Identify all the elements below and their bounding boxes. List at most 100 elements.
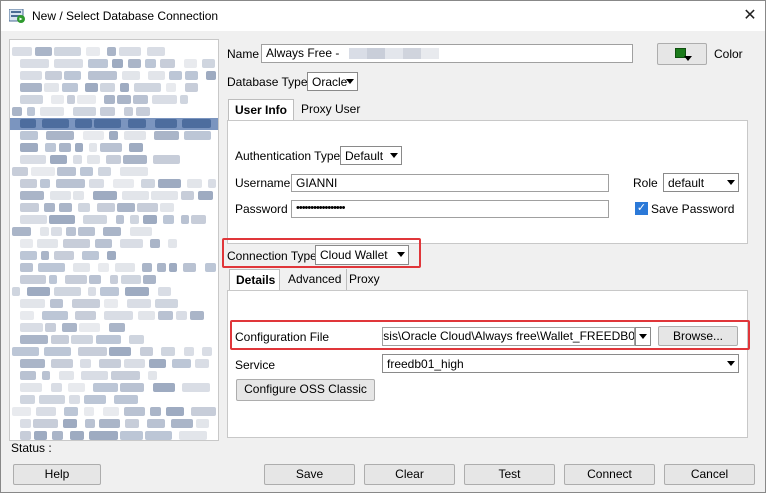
- redacted-text-block: [34, 431, 47, 440]
- database-type-select[interactable]: Oracle: [307, 72, 358, 91]
- redacted-text-block: [153, 155, 180, 164]
- redacted-text-block: [50, 299, 63, 308]
- connection-list-item[interactable]: [10, 394, 218, 406]
- redacted-text-block: [98, 263, 109, 272]
- redacted-text-block: [100, 143, 122, 152]
- connection-list-item[interactable]: [10, 250, 218, 262]
- connection-list-item[interactable]: [10, 190, 218, 202]
- redacted-text-block: [130, 227, 152, 236]
- redacted-text-block: [20, 311, 34, 320]
- connection-list-item[interactable]: [10, 94, 218, 106]
- dialog-window: New / Select Database Connection ✕ Name …: [0, 0, 766, 493]
- redacted-text-block: [124, 107, 133, 116]
- connections-list[interactable]: [9, 39, 219, 441]
- redacted-text-block: [77, 95, 96, 104]
- connection-list-item[interactable]: [10, 214, 218, 226]
- connection-list-item[interactable]: [10, 166, 218, 178]
- clear-button[interactable]: Clear: [364, 464, 455, 485]
- connection-list-item[interactable]: [10, 142, 218, 154]
- redacted-text-block: [51, 335, 69, 344]
- connection-list-item[interactable]: [10, 370, 218, 382]
- connection-list-item[interactable]: [10, 418, 218, 430]
- connect-button[interactable]: Connect: [564, 464, 655, 485]
- connection-list-item[interactable]: [10, 46, 218, 58]
- redacted-text-block: [68, 383, 85, 392]
- redacted-text-block: [120, 383, 144, 392]
- help-button[interactable]: Help: [13, 464, 101, 485]
- redacted-text-block: [78, 227, 95, 236]
- redacted-text-block: [129, 335, 144, 344]
- username-input[interactable]: GIANNI: [291, 174, 609, 192]
- connection-list-item[interactable]: [10, 154, 218, 166]
- connection-list-item[interactable]: [10, 226, 218, 238]
- redacted-text-block: [195, 359, 209, 368]
- cancel-button[interactable]: Cancel: [664, 464, 755, 485]
- redacted-text-block: [73, 107, 96, 116]
- connection-list-item[interactable]: [10, 58, 218, 70]
- tab-details[interactable]: Details: [229, 269, 280, 291]
- tab-proxy[interactable]: Proxy: [343, 269, 386, 291]
- redacted-text-block: [44, 83, 59, 92]
- redacted-text-block: [85, 83, 98, 92]
- redacted-text-block: [20, 359, 45, 368]
- connection-list-item[interactable]: [10, 406, 218, 418]
- redacted-text-block: [125, 419, 139, 428]
- redacted-text-block: [143, 215, 157, 224]
- role-select[interactable]: default: [663, 173, 739, 192]
- service-select[interactable]: freedb01_high: [382, 354, 739, 373]
- connect-button-label: Connect: [587, 467, 632, 481]
- color-picker-button[interactable]: [657, 43, 707, 65]
- configure-oss-classic-button[interactable]: Configure OSS Classic: [236, 379, 375, 401]
- connection-list-item[interactable]: [10, 118, 218, 130]
- connection-list-item[interactable]: [10, 202, 218, 214]
- redacted-text-block: [54, 59, 83, 68]
- connection-list-item[interactable]: [10, 346, 218, 358]
- redacted-text-block: [69, 395, 80, 404]
- redacted-text-block: [124, 407, 145, 416]
- test-button[interactable]: Test: [464, 464, 555, 485]
- connection-list-item[interactable]: [10, 178, 218, 190]
- name-input[interactable]: Always Free -: [261, 44, 633, 63]
- connection-list-item[interactable]: [10, 322, 218, 334]
- connection-list-item[interactable]: [10, 106, 218, 118]
- redacted-text-block: [155, 119, 177, 128]
- tab-proxy-user[interactable]: Proxy User: [295, 99, 366, 121]
- redacted-text-block: [125, 287, 149, 296]
- tab-user-info[interactable]: User Info: [228, 99, 294, 121]
- redacted-text-block: [98, 167, 111, 176]
- redacted-text-block: [89, 143, 97, 152]
- connection-list-item[interactable]: [10, 358, 218, 370]
- connection-list-item[interactable]: [10, 262, 218, 274]
- auth-type-select[interactable]: Default: [340, 146, 402, 165]
- connection-list-item[interactable]: [10, 430, 218, 440]
- redacted-text-block: [95, 239, 112, 248]
- tab-advanced[interactable]: Advanced: [282, 269, 348, 291]
- connection-list-item[interactable]: [10, 70, 218, 82]
- connection-list-item[interactable]: [10, 130, 218, 142]
- redacted-text-block: [89, 179, 104, 188]
- connection-list-item[interactable]: [10, 82, 218, 94]
- save-password-checkbox[interactable]: ✓: [635, 202, 648, 215]
- chevron-down-icon: [346, 79, 354, 84]
- redacted-text-block: [49, 275, 57, 284]
- redacted-text-block: [20, 131, 38, 140]
- redacted-text-block: [20, 371, 36, 380]
- redacted-text-block: [169, 263, 177, 272]
- redacted-text-block: [57, 167, 76, 176]
- connection-list-item[interactable]: [10, 334, 218, 346]
- redacted-text-block: [130, 215, 139, 224]
- connection-list-item[interactable]: [10, 286, 218, 298]
- connection-list-item[interactable]: [10, 298, 218, 310]
- password-input[interactable]: •••••••••••••••••: [291, 200, 609, 218]
- connection-list-item[interactable]: [10, 274, 218, 286]
- redacted-text-block: [100, 287, 119, 296]
- close-icon[interactable]: ✕: [739, 6, 761, 26]
- connection-list-item[interactable]: [10, 310, 218, 322]
- save-button[interactable]: Save: [264, 464, 355, 485]
- redacted-text-block: [143, 275, 156, 284]
- redacted-text-block: [206, 71, 216, 80]
- redacted-text-block: [54, 287, 81, 296]
- connection-list-item[interactable]: [10, 238, 218, 250]
- redacted-text-block: [51, 95, 64, 104]
- connection-list-item[interactable]: [10, 382, 218, 394]
